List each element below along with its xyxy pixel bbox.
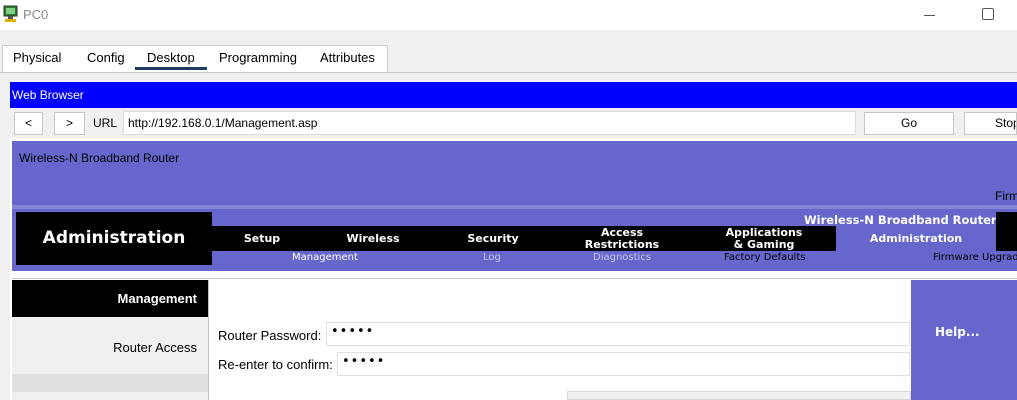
tab-config[interactable]: Config xyxy=(87,50,125,70)
content-divider xyxy=(12,271,1017,279)
main-tab-administration[interactable]: Administration xyxy=(836,226,996,251)
help-panel xyxy=(911,280,1017,400)
tab-physical[interactable]: Physical xyxy=(13,50,61,70)
sub-tab-firmware-upgrade[interactable]: Firmware Upgrade xyxy=(933,252,1017,263)
product-label: Wireless-N Broadband Router xyxy=(804,213,997,227)
firmware-version-label: Firmware Version xyxy=(995,189,1017,203)
divider xyxy=(0,72,1017,73)
minimize-icon[interactable] xyxy=(920,0,940,30)
router-name: Wireless-N Broadband Router xyxy=(19,151,180,165)
left-gray-band xyxy=(12,374,208,392)
main-tab-setup[interactable]: Setup xyxy=(212,226,312,251)
maximize-icon[interactable] xyxy=(982,8,994,20)
tab-programming[interactable]: Programming xyxy=(219,50,297,70)
pc-monitor-icon xyxy=(3,5,18,22)
forward-button[interactable]: > xyxy=(54,112,85,135)
go-button[interactable]: Go xyxy=(864,112,954,135)
main-tab-access-restrictions[interactable]: Access Restrictions xyxy=(552,226,692,251)
confirm-password-label: Re-enter to confirm: xyxy=(218,357,333,372)
window-titlebar xyxy=(0,0,1017,30)
router-password-label: Router Password: xyxy=(218,328,322,343)
help-link[interactable]: Help... xyxy=(935,325,980,339)
sub-tab-diagnostics[interactable]: Diagnostics xyxy=(593,252,651,263)
router-password-field[interactable]: ••••• xyxy=(326,322,910,346)
sub-tab-management[interactable]: Management xyxy=(292,252,358,263)
url-label: URL xyxy=(93,116,118,130)
sub-tab-log[interactable]: Log xyxy=(483,252,501,263)
back-button[interactable]: < xyxy=(14,112,43,135)
bottom-field-box xyxy=(567,391,911,400)
left-item-router-access: Router Access xyxy=(113,340,197,355)
active-tab-indicator xyxy=(135,67,207,70)
main-tab-security[interactable]: Security xyxy=(434,226,552,251)
sub-tab-factory-defaults[interactable]: Factory Defaults xyxy=(724,252,805,263)
section-title: Administration xyxy=(16,212,212,265)
nav-right-edge xyxy=(996,212,1017,251)
url-input[interactable]: http://192.168.0.1/Management.asp xyxy=(123,111,856,135)
stop-button[interactable]: Stop xyxy=(964,112,1017,135)
window-title: PC0 xyxy=(23,7,49,22)
left-heading: Management xyxy=(12,280,208,317)
confirm-password-field[interactable]: ••••• xyxy=(337,352,910,376)
browser-title: Web Browser xyxy=(10,82,1017,108)
main-tab-applications-gaming[interactable]: Applications & Gaming xyxy=(692,226,836,251)
tab-attributes[interactable]: Attributes xyxy=(320,50,375,70)
main-tab-wireless[interactable]: Wireless xyxy=(312,226,434,251)
